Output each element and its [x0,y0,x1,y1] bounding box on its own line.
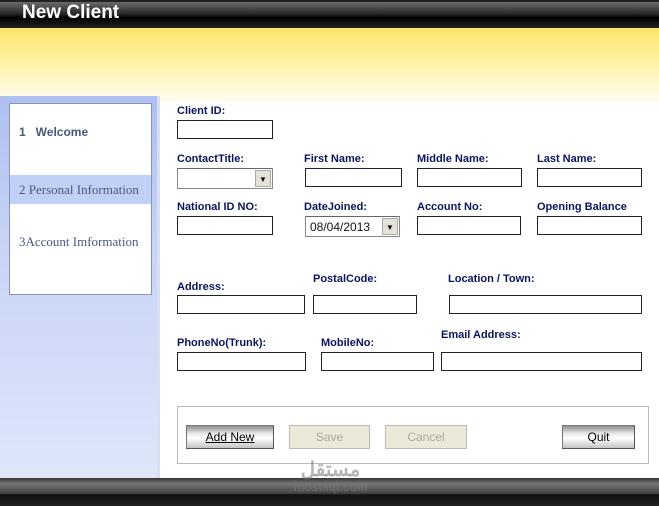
add-new-button[interactable]: Add New [186,425,274,449]
step-welcome[interactable]: 1 Welcome [10,125,151,139]
national-id-label: National ID NO: [177,201,258,213]
date-joined-label: DateJoined: [304,201,367,213]
opening-balance-label: Opening Balance [537,201,627,213]
date-joined-picker[interactable]: 08/04/2013 ▼ [305,216,400,237]
watermark: مستقل mostaql.com [288,460,373,494]
chevron-down-icon[interactable]: ▼ [255,170,271,187]
mobile-input[interactable] [321,352,434,371]
last-name-label: Last Name: [537,153,597,165]
phone-input[interactable] [177,352,306,371]
step-personal-information[interactable]: 2 Personal Information [10,175,151,204]
chevron-down-icon[interactable]: ▼ [382,218,398,235]
wizard-steps: 1 Welcome 2 Personal Information 3Accoun… [9,103,152,295]
contact-title-label: ContactTitle: [177,153,245,165]
location-input[interactable] [449,295,642,314]
middle-name-input[interactable] [417,168,522,187]
opening-balance-input[interactable] [537,216,642,235]
phone-label: PhoneNo(Trunk): [177,337,267,349]
quit-button[interactable]: Quit [562,425,635,449]
step-account-information[interactable]: 3Account Imformation [10,234,151,250]
watermark-arabic: مستقل [300,459,361,481]
account-no-label: Account No: [417,201,483,213]
email-input[interactable] [441,352,642,371]
middle-name-label: Middle Name: [417,153,489,165]
cancel-button[interactable]: Cancel [385,425,467,449]
national-id-input[interactable] [177,216,273,235]
window-title: New Client [22,2,120,23]
location-label: Location / Town: [448,273,535,285]
first-name-label: First Name: [304,153,365,165]
address-input[interactable] [177,295,305,314]
mobile-label: MobileNo: [321,337,375,349]
email-label: Email Address: [441,329,521,341]
account-no-input[interactable] [417,216,521,235]
last-name-input[interactable] [537,168,642,187]
date-joined-value: 08/04/2013 [310,220,371,234]
client-id-input[interactable] [177,120,273,139]
postal-code-input[interactable] [313,295,417,314]
header-banner [0,28,659,102]
client-id-label: Client ID: [177,105,226,117]
postal-code-label: PostalCode: [313,273,378,285]
first-name-input[interactable] [305,168,402,187]
watermark-latin: mostaql.com [293,480,368,494]
save-button[interactable]: Save [289,425,370,449]
address-label: Address: [177,281,225,293]
contact-title-select[interactable]: ▼ [177,168,273,189]
